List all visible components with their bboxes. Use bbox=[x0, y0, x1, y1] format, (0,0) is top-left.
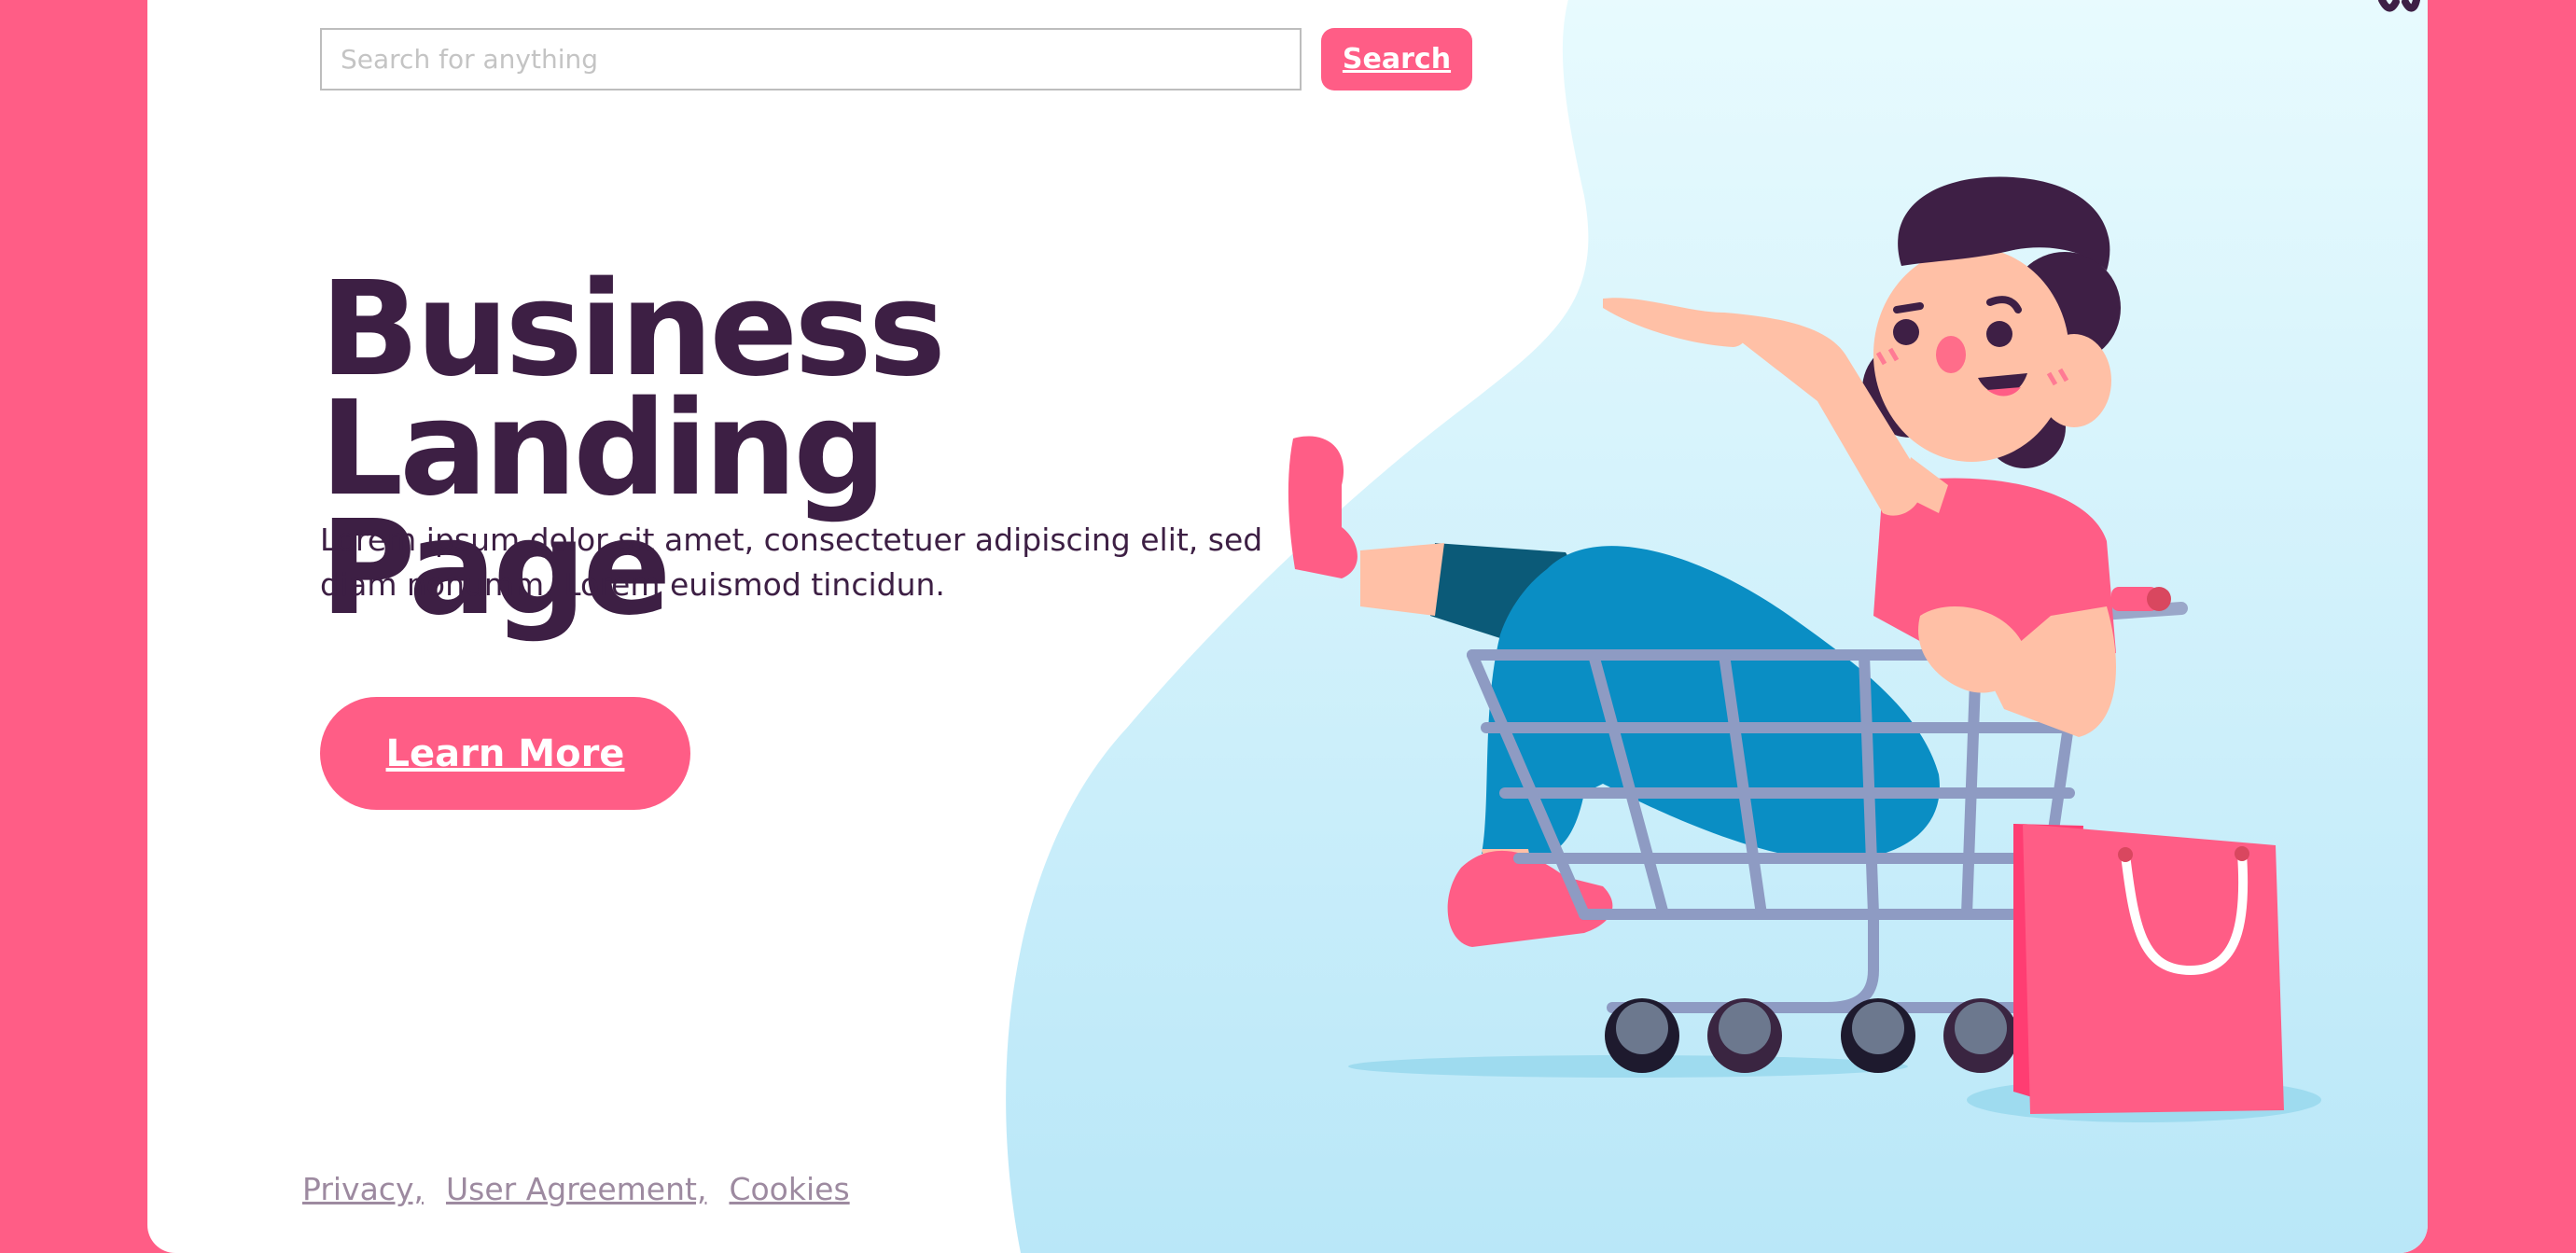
back-shin bbox=[1360, 543, 1444, 616]
partial-icon bbox=[2378, 0, 2420, 12]
woman-in-shopping-cart-illustration bbox=[1288, 0, 2420, 1122]
shopping-bag-icon bbox=[2013, 824, 2284, 1114]
raised-hand bbox=[1603, 298, 1747, 347]
front-shoe bbox=[1447, 850, 1613, 947]
landing-card: Search Business Landing Page Lorem ipsum… bbox=[147, 0, 2428, 1253]
back-shoe bbox=[1288, 436, 1358, 578]
